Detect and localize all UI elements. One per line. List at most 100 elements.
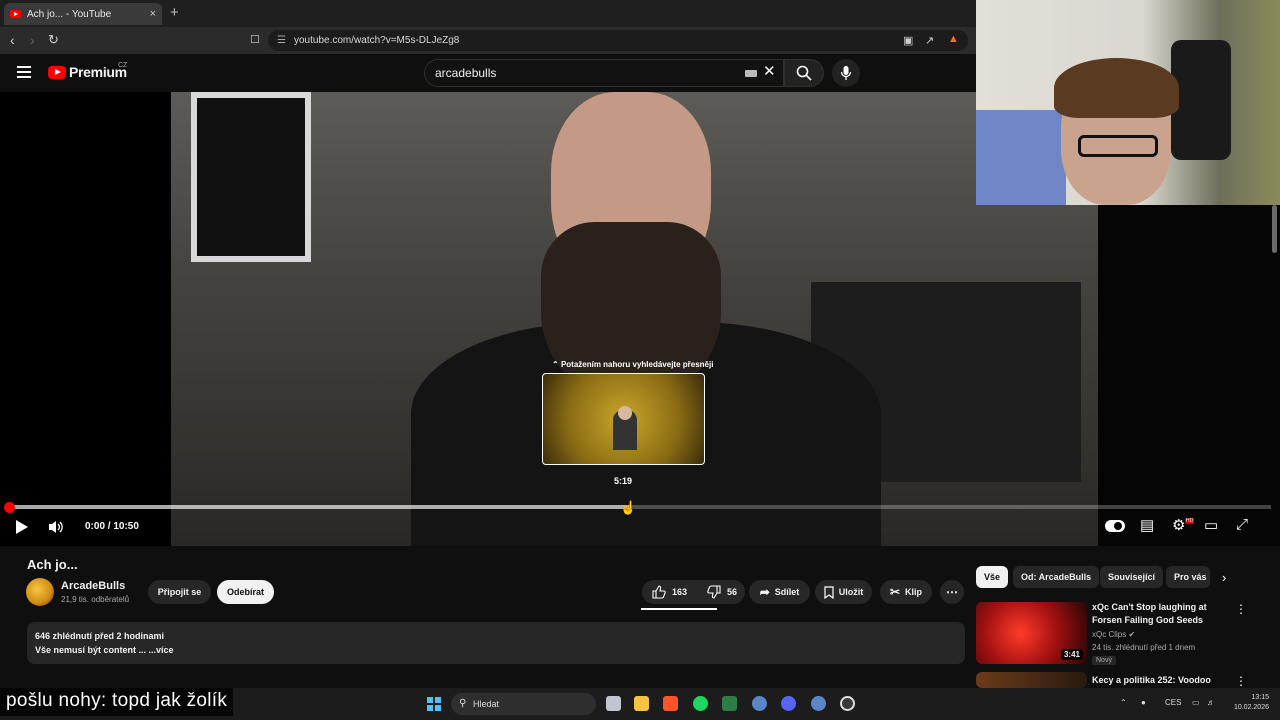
- chevron-right-icon[interactable]: ›: [1222, 570, 1226, 585]
- recommendation-channel: xQc Clips ✔: [1092, 630, 1135, 639]
- steam-icon[interactable]: [840, 696, 855, 711]
- play-button[interactable]: [14, 519, 30, 535]
- dislike-count: 56: [727, 587, 738, 597]
- thumbs-down-icon: [707, 585, 721, 599]
- new-tab-button[interactable]: +: [170, 4, 179, 21]
- channel-avatar[interactable]: [26, 578, 54, 606]
- bookmark-save-icon: [824, 585, 834, 599]
- chip-related[interactable]: Související: [1100, 566, 1164, 588]
- description-box[interactable]: 646 zhlédnutí před 2 hodinami Vše nemusí…: [27, 622, 965, 664]
- recommendation-thumbnail[interactable]: 3:41: [976, 602, 1087, 664]
- tab-close-icon[interactable]: ×: [150, 8, 156, 20]
- search-icon: [796, 65, 812, 81]
- new-badge: Nový: [1092, 656, 1116, 665]
- youtube-logo-icon[interactable]: [48, 66, 66, 79]
- address-bar[interactable]: ☰ youtube.com/watch?v=M5s-DLJeZg8: [268, 30, 968, 51]
- clock-date: 10.02.2026: [1233, 704, 1269, 711]
- webcam-overlay: [976, 0, 1280, 205]
- views-line: 646 zhlédnutí před 2 hodinami: [35, 631, 165, 641]
- recommendation-meta: 24 tis. zhlédnutí před 1 dnem: [1092, 643, 1196, 652]
- site-settings-icon[interactable]: ☰: [277, 35, 286, 46]
- recommendation-menu-icon[interactable]: ⋮: [1235, 674, 1247, 688]
- keyboard-icon[interactable]: [745, 70, 757, 77]
- clip-button[interactable]: ✂ Klip: [880, 580, 932, 604]
- share-button[interactable]: ➦ Sdílet: [749, 580, 810, 604]
- join-button[interactable]: Připojit se: [148, 580, 211, 604]
- autoplay-toggle[interactable]: [1105, 520, 1125, 532]
- tray-mic-icon[interactable]: ●: [1141, 698, 1146, 707]
- taskbar-search[interactable]: ⚲ Hledat: [451, 693, 596, 715]
- description-text: Vše nemusí být content ...: [35, 645, 147, 655]
- country-code: CZ: [118, 62, 128, 69]
- description-line: Vše nemusí být content ... ...více: [35, 643, 957, 657]
- save-label: Uložit: [838, 587, 864, 597]
- clock-time: 13:15: [1251, 694, 1269, 701]
- file-explorer-icon[interactable]: [634, 696, 649, 711]
- search-input[interactable]: arcadebulls: [424, 59, 784, 87]
- menu-icon[interactable]: [17, 66, 31, 78]
- reload-icon[interactable]: ↻: [48, 32, 59, 48]
- discord-icon[interactable]: [781, 696, 796, 711]
- save-button[interactable]: Uložit: [815, 580, 872, 604]
- back-icon[interactable]: ‹: [10, 32, 15, 48]
- more-actions-icon[interactable]: ⋯: [940, 580, 964, 604]
- browser-tab[interactable]: Ach jo... - YouTube ×: [4, 3, 162, 25]
- subscriber-count: 21,9 tis. odběratelů: [61, 595, 130, 604]
- theater-mode-icon[interactable]: ▭: [1204, 516, 1218, 534]
- chip-from-channel[interactable]: Od: ArcadeBulls: [1013, 566, 1100, 588]
- clip-label: Klip: [905, 587, 923, 597]
- taskbar-search-icon: ⚲: [459, 698, 467, 709]
- seek-preview-time: 5:19: [613, 476, 632, 486]
- tray-display-icon[interactable]: ▭: [1192, 698, 1200, 707]
- verified-icon: ✔: [1128, 630, 1136, 639]
- app-c2-icon[interactable]: [811, 696, 826, 711]
- spotify-icon[interactable]: [693, 696, 708, 711]
- youtube-favicon-icon: [10, 10, 21, 18]
- app-icon[interactable]: [722, 696, 737, 711]
- task-view-icon[interactable]: [606, 696, 621, 711]
- search-button[interactable]: [784, 59, 824, 87]
- fullscreen-icon[interactable]: ⤢: [1236, 516, 1248, 533]
- url-text: youtube.com/watch?v=M5s-DLJeZg8: [294, 35, 460, 46]
- settings-gear-icon[interactable]: ⚙: [1172, 516, 1185, 534]
- recommendation-channel-name: xQc Clips: [1092, 630, 1127, 639]
- brave-browser-icon[interactable]: [663, 696, 678, 711]
- bookmark-icon[interactable]: ☐: [250, 33, 260, 46]
- clear-search-icon[interactable]: ✕: [763, 62, 776, 80]
- like-dislike-group: 163 56: [642, 580, 745, 604]
- windows-start-icon[interactable]: [427, 697, 441, 711]
- share-page-icon[interactable]: ↗: [925, 34, 934, 47]
- recommendation-thumbnail[interactable]: [976, 672, 1087, 688]
- recommendation-title[interactable]: Kecy a politika 252: Voodoo: [1092, 674, 1222, 687]
- subtitles-icon[interactable]: ▤: [1140, 516, 1154, 534]
- progress-hover-fill: [9, 505, 628, 509]
- progress-bar[interactable]: [9, 505, 1271, 509]
- cast-icon[interactable]: ▣: [903, 34, 913, 47]
- recommendation-menu-icon[interactable]: ⋮: [1235, 602, 1247, 616]
- seek-hint: ⌃ Potažením nahoru vyhledávejte přesněji: [552, 360, 714, 369]
- chip-for-you[interactable]: Pro vás: [1166, 566, 1210, 588]
- thumbs-up-icon: [652, 585, 666, 599]
- progress-scrubber[interactable]: [4, 502, 15, 513]
- tab-title: Ach jo... - YouTube: [27, 8, 112, 20]
- forward-icon[interactable]: ›: [30, 32, 35, 48]
- like-button[interactable]: 163: [642, 580, 697, 604]
- page-scrollbar[interactable]: [1272, 205, 1277, 253]
- channel-name[interactable]: ArcadeBulls: [61, 580, 125, 592]
- app-c-icon[interactable]: [752, 696, 767, 711]
- like-underline: [641, 608, 717, 610]
- taskbar-clock[interactable]: 13:15 10.02.2026: [1229, 693, 1269, 713]
- show-more-link[interactable]: ...více: [149, 645, 174, 655]
- subscribe-button[interactable]: Odebírat: [217, 580, 274, 604]
- language-indicator[interactable]: CES: [1165, 698, 1181, 707]
- chip-all[interactable]: Vše: [976, 566, 1009, 588]
- time-display: 0:00 / 10:50: [85, 521, 139, 532]
- dislike-button[interactable]: 56: [697, 580, 747, 604]
- brave-shield-icon[interactable]: ▲: [948, 33, 959, 45]
- hd-badge: HD: [1185, 518, 1195, 524]
- volume-icon[interactable]: [48, 519, 64, 535]
- tray-chevron-icon[interactable]: ⌃: [1120, 698, 1127, 707]
- tray-volume-icon[interactable]: ♬: [1207, 698, 1215, 707]
- voice-search-button[interactable]: [832, 59, 860, 87]
- recommendation-title[interactable]: xQc Can't Stop laughing at Forsen Failin…: [1092, 601, 1222, 627]
